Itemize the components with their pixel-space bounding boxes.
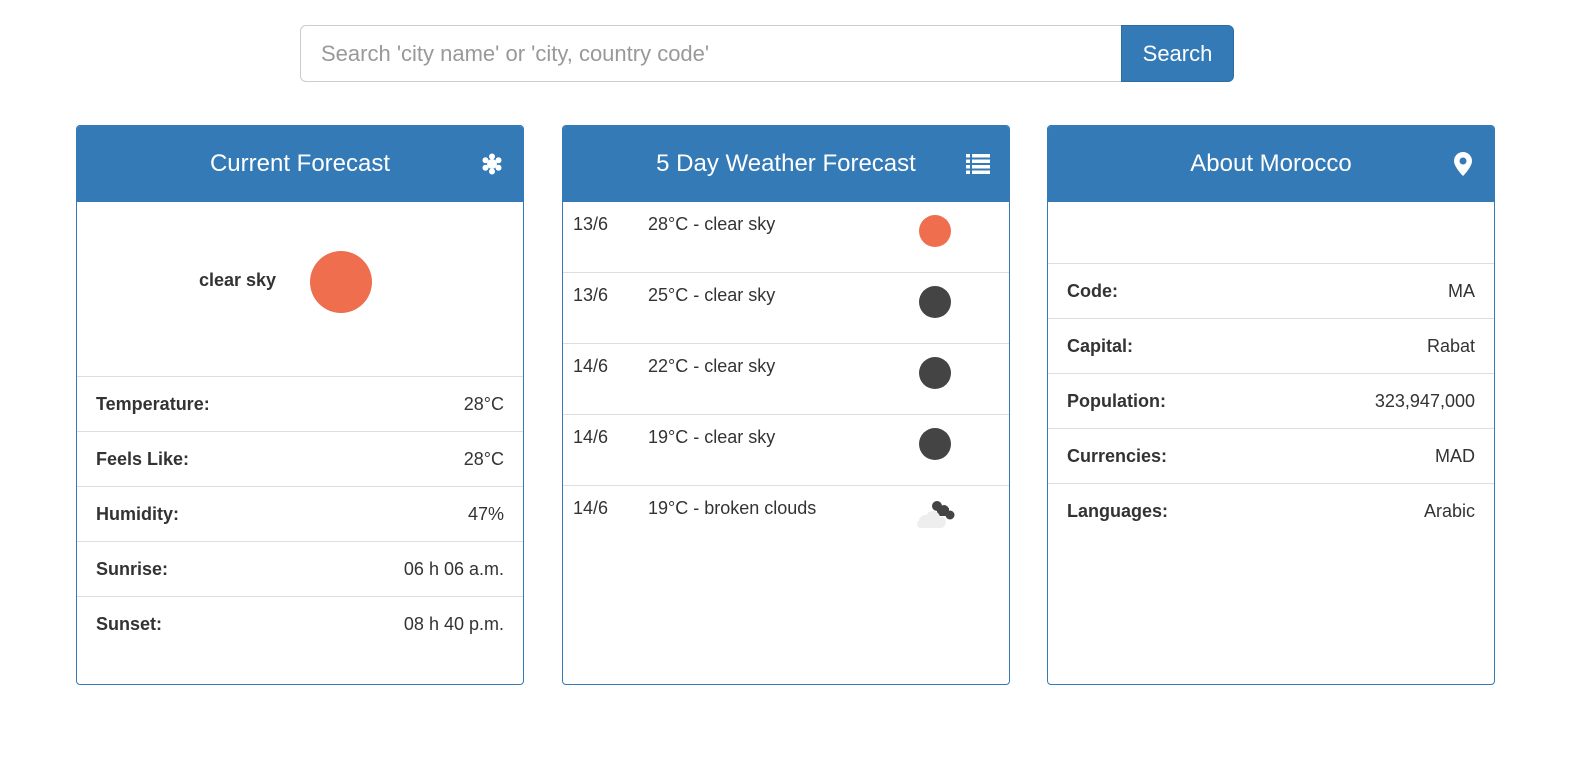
row-value: 323,947,000 (1374, 390, 1475, 411)
five-day-forecast-heading: 5 Day Weather Forecast (563, 126, 1009, 202)
list-icon (965, 151, 991, 177)
forecast-text: 19°C - clear sky (648, 427, 776, 447)
row-value: 47% (467, 503, 504, 524)
five-day-forecast-title: 5 Day Weather Forecast (656, 150, 916, 177)
about-row-capital: Capital: Rabat (1048, 319, 1494, 374)
row-label: Population: (1067, 390, 1166, 411)
moon-icon (918, 427, 952, 461)
current-row-humidity: Humidity: 47% (77, 487, 523, 542)
row-value: MA (1448, 280, 1475, 301)
current-row-feels-like: Feels Like: 28°C (77, 432, 523, 487)
forecast-date: 14/6 (573, 427, 609, 447)
sun-icon (310, 251, 372, 313)
about-details-list: Code: MA Capital: Rabat Population: 323,… (1048, 264, 1494, 538)
five-day-forecast-panel: 5 Day Weather Forecast 13/6 28°C - clear… (562, 125, 1010, 685)
moon-icon (918, 356, 952, 390)
about-row-languages: Languages: Arabic (1048, 484, 1494, 538)
current-description: clear sky (199, 270, 277, 290)
current-forecast-panel: Current Forecast clear sky Temperature: … (76, 125, 524, 685)
current-row-temperature: Temperature: 28°C (77, 377, 523, 432)
forecast-date: 13/6 (573, 285, 609, 305)
forecast-item: 14/6 22°C - clear sky (563, 344, 1009, 415)
forecast-date: 13/6 (573, 214, 609, 234)
row-label: Sunrise: (96, 558, 169, 579)
forecast-date: 14/6 (573, 356, 609, 376)
row-value: MAD (1435, 445, 1475, 466)
row-value: 28°C (463, 448, 504, 469)
row-label: Temperature: (96, 393, 210, 414)
about-country-heading: About Morocco (1048, 126, 1494, 202)
row-label: Languages: (1067, 500, 1169, 521)
row-label: Code: (1067, 280, 1118, 301)
row-value: 28°C (463, 393, 504, 414)
current-row-sunrise: Sunrise: 06 h 06 a.m. (77, 542, 523, 597)
forecast-item: 14/6 19°C - clear sky (563, 415, 1009, 486)
sun-icon (918, 214, 952, 248)
search-button[interactable]: Search (1121, 25, 1234, 82)
forecast-text: 22°C - clear sky (648, 356, 776, 376)
about-row-currencies: Currencies: MAD (1048, 429, 1494, 484)
forecast-text: 25°C - clear sky (648, 285, 776, 305)
row-label: Feels Like: (96, 448, 190, 469)
about-country-panel: About Morocco Code: MA Capital: Rabat Po… (1047, 125, 1495, 685)
current-details-list: Temperature: 28°C Feels Like: 28°C Humid… (77, 377, 523, 651)
snowflake-asterisk-icon (479, 151, 505, 177)
broken-clouds-icon (912, 496, 960, 530)
current-forecast-heading: Current Forecast (77, 126, 523, 202)
search-input[interactable] (300, 25, 1121, 82)
forecast-text: 28°C - clear sky (648, 214, 776, 234)
row-label: Sunset: (96, 613, 163, 634)
row-value: Rabat (1426, 335, 1475, 356)
row-value: 06 h 06 a.m. (403, 558, 504, 579)
map-marker-icon (1450, 151, 1476, 177)
row-value: 08 h 40 p.m. (403, 613, 504, 634)
row-label: Humidity: (96, 503, 179, 524)
forecast-date: 14/6 (573, 498, 609, 518)
row-label: Capital: (1067, 335, 1134, 356)
row-value: Arabic (1423, 500, 1475, 521)
forecast-item: 14/6 19°C - broken clouds (563, 486, 1009, 556)
forecast-item: 13/6 28°C - clear sky (563, 202, 1009, 273)
about-country-title: About Morocco (1190, 150, 1352, 177)
forecast-list: 13/6 28°C - clear sky 13/6 25°C - clear … (563, 202, 1009, 556)
current-row-sunset: Sunset: 08 h 40 p.m. (77, 597, 523, 651)
about-row-population: Population: 323,947,000 (1048, 374, 1494, 429)
about-country-spacer (1048, 202, 1494, 264)
forecast-text: 19°C - broken clouds (648, 498, 817, 518)
about-row-code: Code: MA (1048, 264, 1494, 319)
moon-icon (918, 285, 952, 319)
current-weather-summary: clear sky (77, 202, 523, 377)
row-label: Currencies: (1067, 445, 1168, 466)
current-forecast-title: Current Forecast (209, 150, 391, 177)
forecast-item: 13/6 25°C - clear sky (563, 273, 1009, 344)
search-bar: Search (300, 25, 1234, 82)
